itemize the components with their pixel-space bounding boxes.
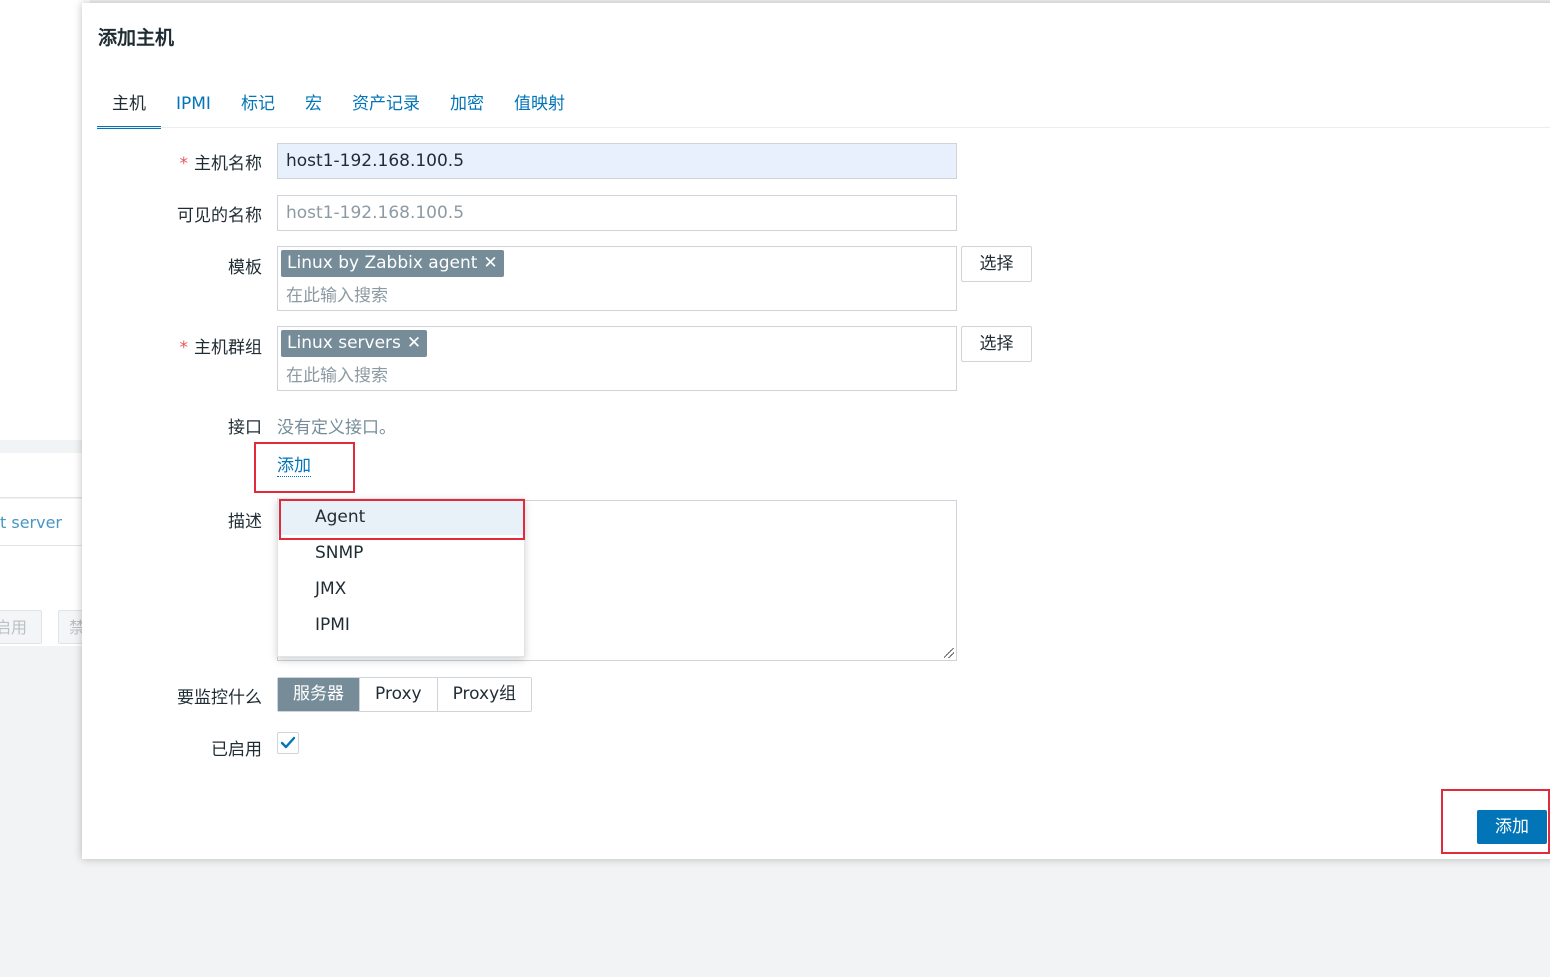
description-label: 描述	[228, 512, 262, 532]
tab-value-mapping[interactable]: 值映射	[499, 90, 580, 126]
add-interface-link[interactable]: 添加	[277, 456, 311, 477]
host-groups-search-input[interactable]: 在此输入搜索	[286, 361, 388, 386]
interfaces-label: 接口	[228, 418, 262, 438]
no-interfaces-text: 没有定义接口。	[277, 418, 396, 438]
menu-item-jmx[interactable]: JMX	[278, 571, 524, 607]
tab-ipmi[interactable]: IPMI	[161, 90, 226, 126]
tab-divider	[97, 127, 1550, 128]
remove-chip-icon[interactable]: ✕	[483, 253, 497, 273]
templates-select-button[interactable]: 选择	[961, 246, 1032, 282]
templates-multiselect[interactable]: Linux by Zabbix agent ✕ 在此输入搜索	[277, 246, 957, 311]
tab-host[interactable]: 主机	[97, 90, 161, 129]
monitored-by-label: 要监控什么	[177, 688, 262, 708]
tab-tags[interactable]: 标记	[226, 90, 290, 126]
visible-name-label: 可见的名称	[177, 206, 262, 226]
checkmark-icon	[280, 736, 296, 749]
dialog-title: 添加主机	[98, 27, 175, 49]
resize-grip-icon[interactable]	[944, 648, 954, 658]
background-link: t server	[0, 513, 63, 532]
visible-name-input[interactable]	[277, 195, 957, 231]
required-marker: *	[179, 154, 189, 174]
required-marker: *	[179, 338, 189, 358]
background-header	[0, 0, 90, 56]
menu-item-snmp[interactable]: SNMP	[278, 535, 524, 571]
remove-chip-icon[interactable]: ✕	[407, 333, 421, 353]
monitored-by-proxy-group[interactable]: Proxy组	[437, 678, 532, 711]
interface-type-menu: Agent SNMP JMX IPMI	[277, 498, 525, 657]
host-name-label: * 主机名称	[179, 154, 263, 174]
templates-label: 模板	[228, 258, 262, 278]
templates-search-input[interactable]: 在此输入搜索	[286, 281, 388, 306]
menu-item-ipmi[interactable]: IPMI	[278, 607, 524, 643]
tab-macros[interactable]: 宏	[290, 90, 337, 126]
background-panel	[0, 55, 90, 440]
enabled-checkbox[interactable]	[277, 732, 299, 754]
monitored-by-toggle: 服务器 Proxy Proxy组	[277, 677, 533, 712]
template-chip: Linux by Zabbix agent ✕	[281, 250, 504, 277]
host-groups-label: * 主机群组	[179, 338, 263, 358]
monitored-by-proxy[interactable]: Proxy	[360, 678, 438, 711]
tab-encryption[interactable]: 加密	[435, 90, 499, 126]
background-row	[0, 453, 90, 498]
tab-bar: 主机 IPMI 标记 宏 资产记录 加密 值映射	[97, 90, 580, 129]
host-groups-select-button[interactable]: 选择	[961, 326, 1032, 362]
add-host-dialog: 添加主机 主机 IPMI 标记 宏 资产记录 加密 值映射 *主机名称 可见的名…	[82, 3, 1550, 859]
add-submit-button[interactable]: 添加	[1477, 810, 1547, 844]
background-enable-button: 启用	[0, 610, 42, 644]
monitored-by-server[interactable]: 服务器	[278, 678, 360, 711]
tab-inventory[interactable]: 资产记录	[337, 90, 435, 126]
host-name-input[interactable]	[277, 143, 957, 179]
host-group-chip: Linux servers ✕	[281, 330, 428, 357]
host-groups-multiselect[interactable]: Linux servers ✕ 在此输入搜索	[277, 326, 957, 391]
enabled-label: 已启用	[211, 740, 262, 760]
menu-item-agent[interactable]: Agent	[278, 499, 524, 535]
